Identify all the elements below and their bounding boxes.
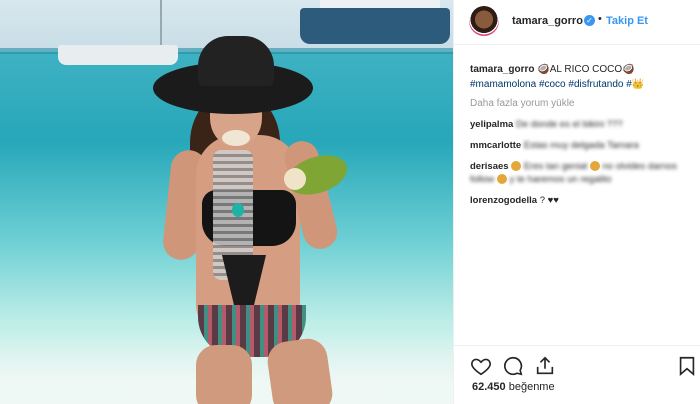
post-header: tamara_gorro ✓ • Takip Et — [454, 0, 700, 45]
black-hearts-icon: ♥♥ — [547, 195, 559, 206]
load-more-comments[interactable]: Daha fazla yorum yükle — [470, 98, 575, 109]
comment-item: yelipalma De donde es el bikini ??? — [470, 118, 690, 131]
username[interactable]: tamara_gorro — [512, 15, 583, 27]
left-thigh — [196, 345, 252, 404]
emoji-icon — [511, 161, 522, 172]
verified-icon: ✓ — [584, 15, 595, 26]
hat-crown — [198, 36, 274, 86]
comment-text: De donde es el bikini ??? — [515, 119, 623, 130]
action-bar — [454, 345, 700, 386]
hashtag-link[interactable]: #coco — [539, 79, 566, 90]
coconut-cup — [222, 130, 250, 146]
coconut-emoji-icon: 🥥 — [622, 64, 635, 75]
comment-item: lorenzogodella ? ♥♥ — [470, 194, 690, 207]
bookmark-icon[interactable] — [676, 355, 698, 377]
turquoise-pendant — [232, 203, 244, 217]
hashtag-link[interactable]: #disfrutando — [568, 79, 623, 90]
likes-count[interactable]: 62.450 beğenme — [472, 381, 555, 393]
sailboat-mast — [160, 0, 162, 48]
heart-icon[interactable] — [470, 355, 492, 377]
comment-item: derisaes Eres tan genial no olvides darn… — [470, 160, 690, 186]
comment-text: Estas muy delgada Tamara — [523, 140, 639, 151]
comment-item: mmcarlotte Estas muy delgada Tamara — [470, 139, 690, 152]
coconut-emoji-icon: 🥥 — [537, 64, 550, 75]
caption-text: AL RICO COCO — [549, 64, 623, 75]
coconut-opening — [284, 168, 306, 190]
comment-text: ? — [539, 195, 545, 206]
yacht — [300, 8, 450, 44]
post-sidebar: tamara_gorro ✓ • Takip Et tamara_gorro 🥥… — [453, 0, 700, 404]
likes-label: beğenme — [508, 381, 555, 393]
comment-username[interactable]: mmcarlotte — [470, 140, 521, 151]
comment-username[interactable]: yelipalma — [470, 119, 513, 130]
emoji-icon — [496, 174, 507, 185]
comment-text: Eres tan genial — [523, 161, 588, 172]
likes-number: 62.450 — [472, 381, 506, 393]
caption: tamara_gorro 🥥AL RICO COCO🥥 #mamamolona … — [470, 62, 690, 92]
share-icon[interactable] — [534, 355, 556, 377]
comment-icon[interactable] — [502, 355, 524, 377]
emoji-icon — [589, 161, 600, 172]
avatar[interactable] — [469, 6, 499, 36]
comment-username[interactable]: lorenzogodella — [470, 195, 537, 206]
follow-button[interactable]: Takip Et — [606, 15, 648, 27]
emoji-icon: 👑 — [631, 79, 645, 90]
comment-list: yelipalma De donde es el bikini ??? mmca… — [470, 118, 690, 215]
sailboat — [58, 45, 178, 65]
hashtag-link[interactable]: #mamamolona — [470, 79, 536, 90]
comment-text-3: y te haremos un regalito — [509, 174, 612, 185]
comment-username[interactable]: derisaes — [470, 161, 509, 172]
post-photo[interactable] — [0, 0, 453, 404]
caption-username[interactable]: tamara_gorro — [470, 64, 534, 75]
separator-dot: • — [598, 13, 602, 25]
